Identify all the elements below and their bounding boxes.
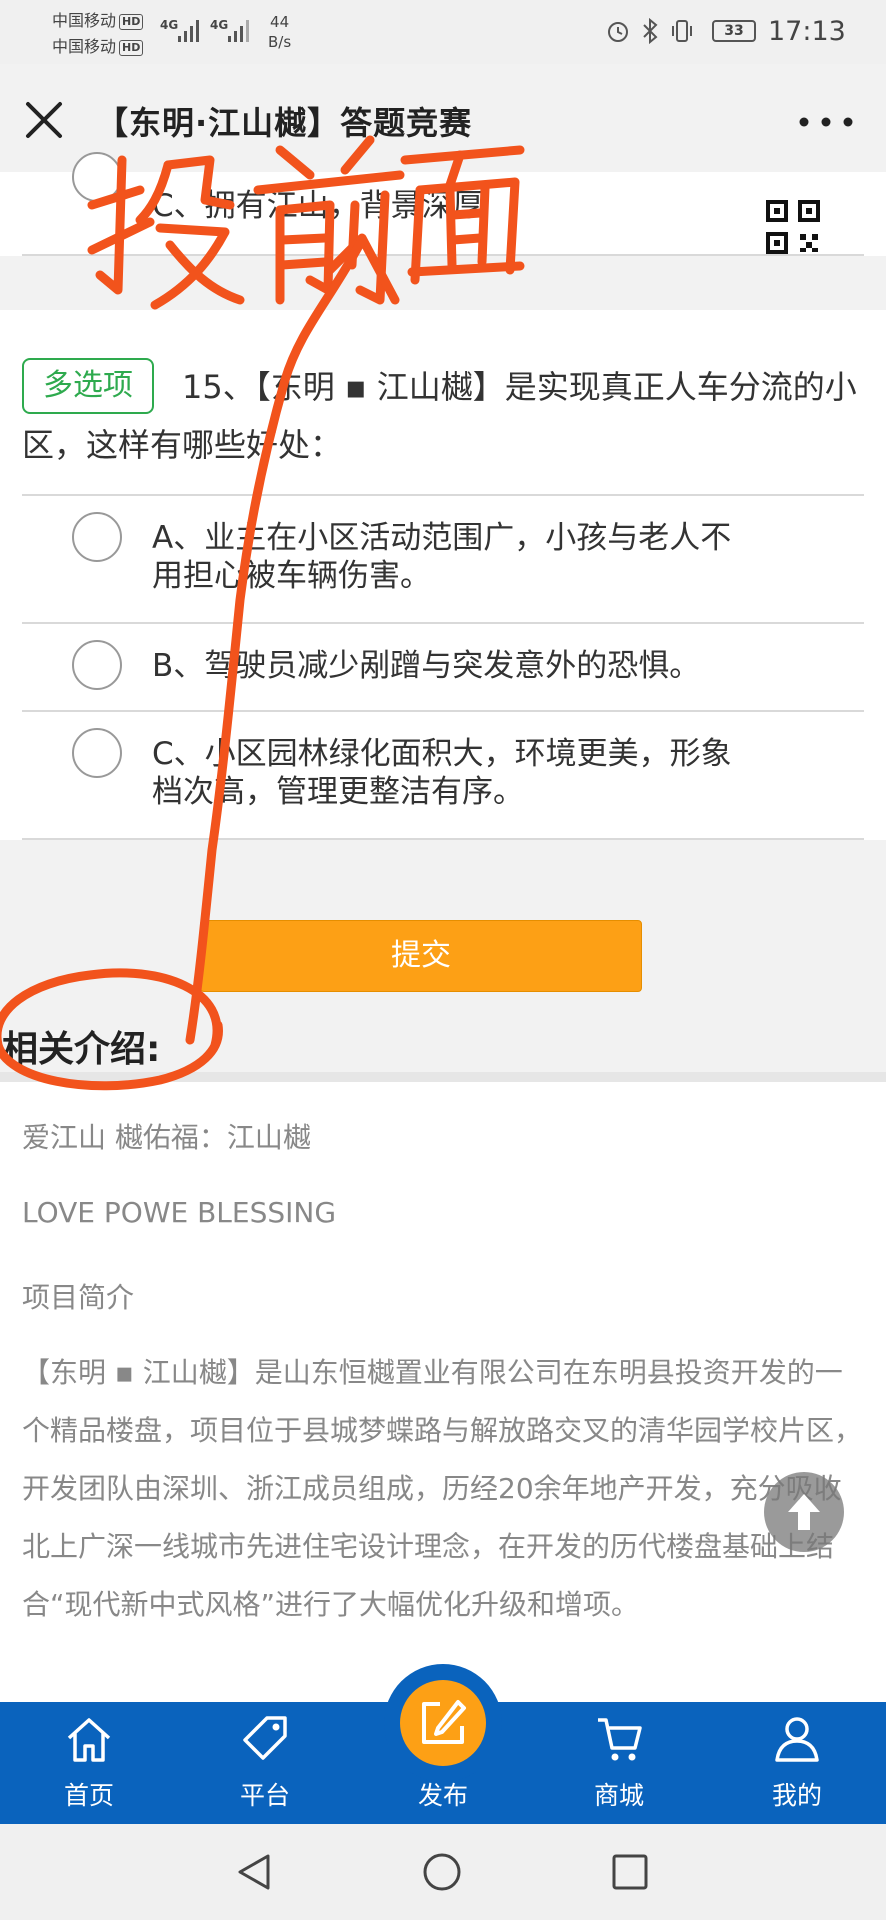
status-bar: 中国移动 HD 中国移动 HD 4G 4G 44 B/s 33 17:13 xyxy=(0,0,886,64)
section-subtitle: 项目简介 xyxy=(22,1281,135,1314)
signal-icon xyxy=(228,20,249,42)
tab-home[interactable]: 首页 xyxy=(34,1702,144,1824)
scroll-to-top-button[interactable] xyxy=(764,1472,844,1552)
divider xyxy=(22,838,864,840)
page-title: 【东明·江山樾】答题竞赛 xyxy=(96,104,473,142)
tab-label: 商城 xyxy=(593,1781,644,1810)
carrier-1: 中国移动 HD xyxy=(52,10,144,32)
more-icon[interactable] xyxy=(796,114,856,130)
carrier-name: 中国移动 xyxy=(52,37,117,56)
edit-icon xyxy=(422,1700,466,1744)
alarm-icon xyxy=(608,22,628,42)
divider xyxy=(22,622,864,624)
status-icons xyxy=(605,18,695,44)
title-bar: 【东明·江山樾】答题竞赛 xyxy=(0,64,886,172)
question-card: 多选项 15、【东明 ▪ 江山樾】是实现真正人车分流的小区，这样有哪些好处： A… xyxy=(0,310,886,840)
battery-indicator: 33 xyxy=(712,20,756,42)
question-text: 15、【东明 ▪ 江山樾】是实现真正人车分流的小区，这样有哪些好处： xyxy=(22,368,857,464)
tab-label: 首页 xyxy=(63,1781,114,1810)
publish-button[interactable] xyxy=(384,1664,502,1782)
home-icon xyxy=(67,1718,111,1762)
project-description: 【东明 ▪ 江山樾】是山东恒樾置业有限公司在东明县投资开发的一个精品楼盘，项目位… xyxy=(22,1356,863,1621)
recents-icon[interactable] xyxy=(608,1850,652,1894)
intro-article: 爱江山 樾佑福：江山樾 LOVE POWE BLESSING 项目简介 【东明 … xyxy=(0,1082,886,1702)
carrier-2: 中国移动 HD xyxy=(52,36,144,58)
option-radio[interactable] xyxy=(72,512,122,562)
slogan-line: 爱江山 樾佑福：江山樾 xyxy=(22,1121,311,1154)
qr-code-icon[interactable] xyxy=(766,200,820,254)
cart-icon xyxy=(598,1718,642,1761)
option-radio[interactable] xyxy=(72,640,122,690)
publish-button-inner[interactable] xyxy=(400,1680,486,1766)
option-radio[interactable] xyxy=(72,152,122,202)
tab-label: 我的 xyxy=(771,1781,822,1810)
option-label-line: 档次高，管理更整洁有序。 xyxy=(152,774,524,810)
divider xyxy=(22,494,864,496)
intro-heading: 相关介绍: xyxy=(2,1029,161,1070)
tab-me[interactable]: 我的 xyxy=(742,1702,852,1824)
bluetooth-icon xyxy=(643,18,658,44)
arrow-up-icon xyxy=(788,1494,820,1530)
divider xyxy=(22,710,864,712)
system-nav-bar xyxy=(0,1824,886,1920)
divider xyxy=(22,254,864,256)
tab-mall[interactable]: 商城 xyxy=(564,1702,674,1824)
user-icon xyxy=(775,1717,819,1762)
home-nav-icon[interactable] xyxy=(420,1850,464,1894)
hd-badge: HD xyxy=(119,40,144,56)
hd-badge: HD xyxy=(119,14,144,30)
back-icon[interactable] xyxy=(232,1850,276,1894)
option-radio[interactable] xyxy=(72,728,122,778)
option-label-line: A、业主在小区活动范围广，小孩与老人不 xyxy=(152,520,732,556)
section-divider xyxy=(0,1072,886,1082)
carrier-name: 中国移动 xyxy=(52,11,117,30)
speed-value: 44 xyxy=(270,13,290,31)
previous-question-card: C、拥有江山，背景深厚 xyxy=(0,152,886,256)
option-label: C、拥有江山，背景深厚 xyxy=(152,188,484,224)
tab-platform[interactable]: 平台 xyxy=(210,1702,320,1824)
close-icon[interactable] xyxy=(22,98,66,142)
option-label-line: B、驾驶员减少剐蹭与突发意外的恐惧。 xyxy=(152,648,701,684)
option-label-line: C、小区园林绿化面积大，环境更美，形象 xyxy=(152,736,732,772)
speed-unit: B/s xyxy=(268,33,292,51)
network-speed: 44 B/s xyxy=(268,12,291,52)
tag-icon xyxy=(243,1716,287,1760)
vibrate-icon xyxy=(672,20,692,42)
option-label-line: 用担心被车辆伤害。 xyxy=(152,558,431,594)
clock: 17:13 xyxy=(768,16,846,47)
tab-label: 平台 xyxy=(239,1781,290,1810)
slogan-english: LOVE POWE BLESSING xyxy=(22,1196,337,1229)
signal-icon xyxy=(178,20,199,42)
submit-button[interactable]: 提交 xyxy=(200,920,642,992)
